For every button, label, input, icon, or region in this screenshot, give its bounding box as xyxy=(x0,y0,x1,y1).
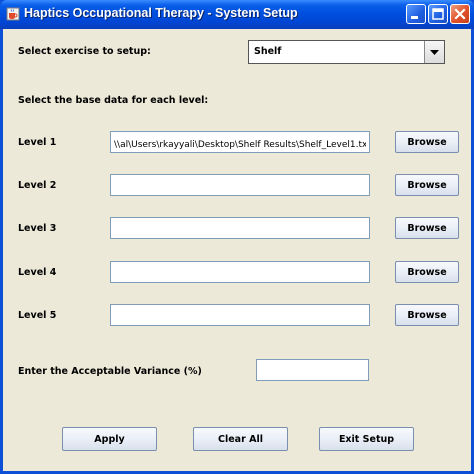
chevron-down-icon xyxy=(430,50,439,55)
exercise-selected-value: Shelf xyxy=(254,46,282,57)
level-5-input[interactable] xyxy=(111,308,369,328)
level-1-label: Level 1 xyxy=(18,137,57,148)
level-4-label: Level 4 xyxy=(18,267,57,278)
variance-label: Enter the Acceptable Variance (%) xyxy=(18,366,202,377)
level-1-field[interactable] xyxy=(110,131,370,155)
maximize-icon xyxy=(432,8,444,20)
minimize-icon xyxy=(411,16,418,19)
level-2-label: Level 2 xyxy=(18,180,57,191)
window-title: Haptics Occupational Therapy - System Se… xyxy=(24,6,298,20)
variance-field[interactable] xyxy=(256,359,369,383)
level-3-field[interactable] xyxy=(110,217,370,241)
exercise-dropdown[interactable]: Shelf xyxy=(248,40,445,64)
clear-all-button[interactable]: Clear All xyxy=(193,427,288,451)
level-1-input[interactable] xyxy=(111,135,369,155)
level-4-input[interactable] xyxy=(111,265,369,285)
base-data-label: Select the base data for each level: xyxy=(18,95,209,106)
level-4-field[interactable] xyxy=(110,261,370,285)
level-3-input[interactable] xyxy=(111,221,369,241)
coffee-cup-icon xyxy=(6,7,20,21)
level-2-input[interactable] xyxy=(111,178,369,198)
close-icon xyxy=(454,8,466,20)
level-4-browse-button[interactable]: Browse xyxy=(395,261,459,283)
level-5-label: Level 5 xyxy=(18,310,57,321)
maximize-button[interactable] xyxy=(428,4,448,24)
level-2-field[interactable] xyxy=(110,174,370,198)
dropdown-button[interactable] xyxy=(424,41,444,63)
level-5-field[interactable] xyxy=(110,304,370,328)
exercise-label: Select exercise to setup: xyxy=(18,46,151,57)
minimize-button[interactable] xyxy=(406,4,426,24)
close-button[interactable] xyxy=(450,4,470,24)
level-3-browse-button[interactable]: Browse xyxy=(395,217,459,239)
apply-button[interactable]: Apply xyxy=(62,427,157,451)
variance-input[interactable] xyxy=(257,363,368,383)
level-2-browse-button[interactable]: Browse xyxy=(395,174,459,196)
level-3-label: Level 3 xyxy=(18,223,57,234)
level-5-browse-button[interactable]: Browse xyxy=(395,304,459,326)
exit-setup-button[interactable]: Exit Setup xyxy=(319,427,414,451)
application-window: Haptics Occupational Therapy - System Se… xyxy=(0,0,474,474)
title-bar[interactable]: Haptics Occupational Therapy - System Se… xyxy=(0,0,474,29)
level-1-browse-button[interactable]: Browse xyxy=(395,131,459,153)
setup-panel: Select exercise to setup: Shelf Select t… xyxy=(3,29,471,471)
